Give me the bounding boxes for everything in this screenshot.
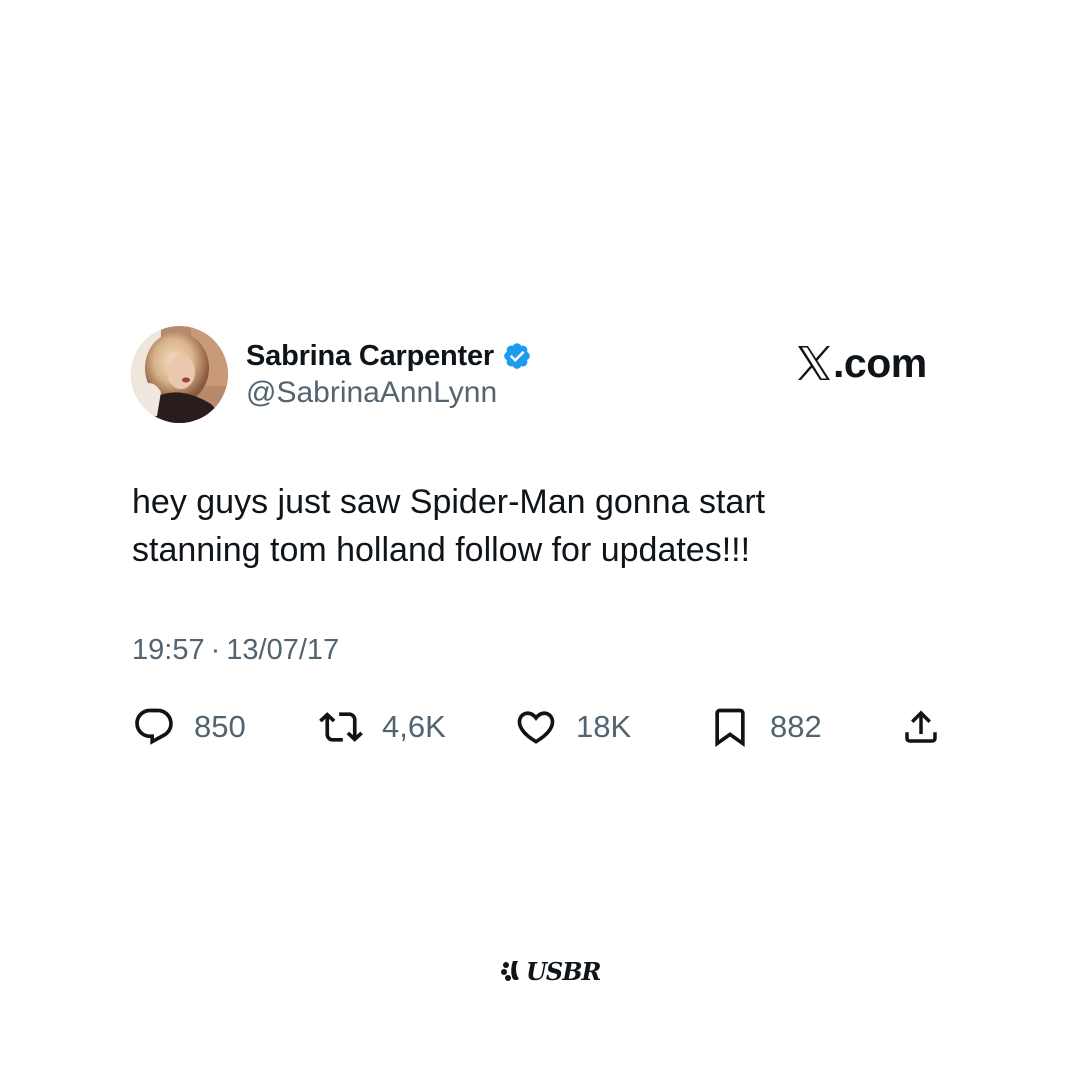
x-logo-icon [796,344,832,382]
usbr-watermark: USBR [500,955,601,987]
avatar[interactable] [131,326,228,423]
tweet-actions-bar: 850 4,6K 18K 882 [132,705,952,749]
like-button[interactable]: 18K [514,705,631,749]
tweet-text: hey guys just saw Spider-Man gonna start… [132,478,952,574]
retweet-count: 4,6K [382,709,446,744]
reply-count: 850 [194,709,246,744]
bookmark-button[interactable]: 882 [708,705,822,749]
share-button[interactable] [900,705,942,749]
x-com-brand: .com [796,340,927,386]
brand-domain-text: .com [833,340,927,386]
bookmark-count: 882 [770,709,822,744]
retweet-icon [318,705,364,749]
tweet-timestamp[interactable]: 19:57 · 13/07/17 [132,634,339,667]
profile-photo-icon [131,326,228,423]
reply-button[interactable]: 850 [132,705,246,749]
author-display-name[interactable]: Sabrina Carpenter [246,340,494,373]
tweet-card: Sabrina Carpenter @SabrinaAnnLynn .com h… [0,0,1080,1080]
tweet-date: 13/07/17 [226,634,340,666]
usbr-logo-icon [500,957,528,985]
bookmark-icon [708,705,752,749]
verified-badge-icon [502,341,532,371]
share-icon [900,705,942,749]
author-name-row: Sabrina Carpenter [246,336,532,376]
tweet-time: 19:57 [132,634,205,666]
retweet-button[interactable]: 4,6K [318,705,446,749]
heart-icon [514,705,558,749]
reply-icon [132,705,176,749]
author-handle[interactable]: @SabrinaAnnLynn [246,376,497,410]
usbr-watermark-text: USBR [526,956,601,986]
timestamp-separator: · [210,634,221,666]
tweet-text-line: hey guys just saw Spider-Man gonna start [132,483,766,521]
like-count: 18K [576,709,632,744]
tweet-text-line: stanning tom holland follow for updates!… [132,531,751,569]
